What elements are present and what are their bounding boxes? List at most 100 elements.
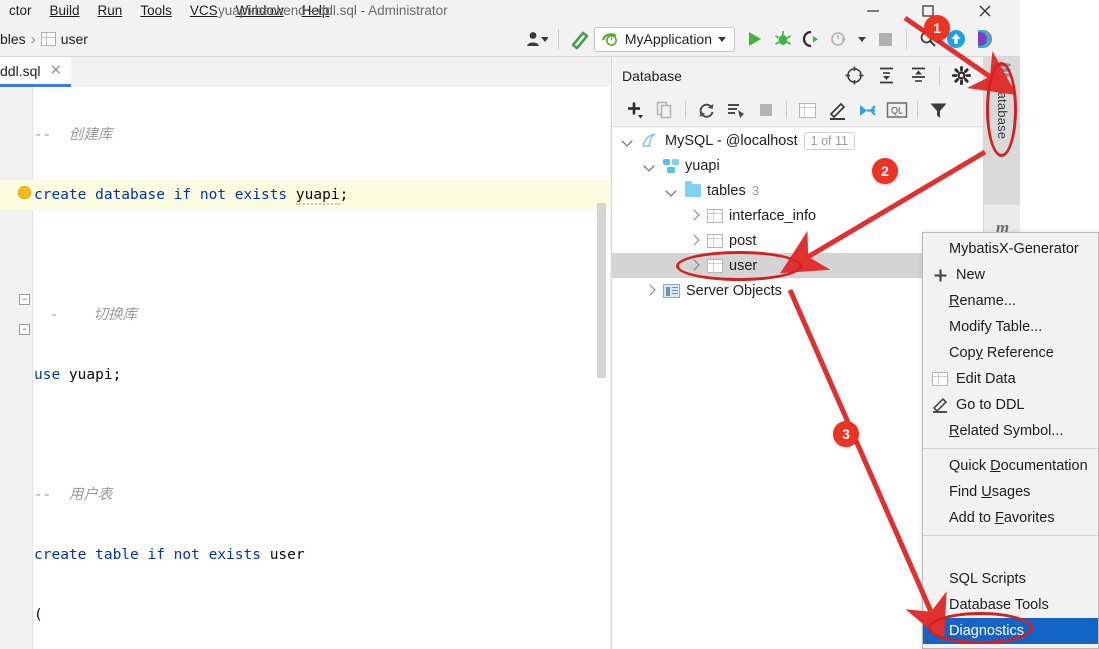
code-line: create table if not exists user [34, 547, 305, 563]
code-content[interactable]: -- 创建库 create database if not exists yua… [34, 87, 610, 649]
profiler-icon [831, 32, 846, 46]
editor-tab-ddl-sql[interactable]: ddl.sql ✕ [0, 57, 72, 87]
intention-bulb-icon[interactable] [18, 186, 31, 199]
ide-logo-icon[interactable] [970, 24, 998, 54]
build-hammer-icon[interactable] [566, 24, 594, 54]
chevron-down-icon [718, 36, 726, 42]
menu-item-add-to-favorites[interactable]: Add to FavoritesAdd to Favorites [923, 505, 1098, 531]
menu-item-modify-table[interactable]: Modify Table... [923, 314, 1098, 340]
menu-item-new[interactable]: New [923, 262, 1098, 288]
menu-item-database-tools[interactable]: SQL Scripts [923, 566, 1098, 592]
run-button[interactable] [741, 24, 769, 54]
spring-boot-icon [601, 33, 617, 46]
minimize-icon [867, 9, 879, 12]
tree-node-mysql-localhost[interactable]: MySQL - @localhost 1 of 11 [612, 128, 984, 153]
menu-item-mybatisx-generator[interactable]: MybatisX-Generator [923, 236, 1098, 262]
jump-to-source-icon[interactable] [839, 61, 869, 91]
refresh-icon[interactable] [691, 96, 721, 124]
query-console-icon[interactable]: QL [882, 96, 912, 124]
database-panel-toolbar: QL [612, 94, 984, 127]
table-icon [40, 32, 56, 46]
tree-node-label: Server Objects [686, 282, 782, 299]
menu-item-copy-reference[interactable]: Copy ReferenceCopy Reference [923, 340, 1098, 366]
settings-gear-icon[interactable] [946, 61, 976, 91]
menu-item-sql-scripts[interactable] [923, 540, 1098, 566]
toolbar-divider [685, 101, 686, 119]
tree-node-tables[interactable]: tables 3 [612, 178, 984, 203]
expand-all-icon[interactable] [871, 61, 901, 91]
code-editor[interactable]: − − -- 创建库 create database if not exists… [0, 87, 610, 649]
copy-icon[interactable] [650, 96, 680, 124]
pencil-icon [931, 396, 949, 414]
breadcrumb-current[interactable]: user [61, 31, 88, 47]
collapse-all-icon[interactable] [903, 61, 933, 91]
menu-item-find-usages[interactable]: Find UsagesFind Usages [923, 479, 1098, 505]
profiler-dropdown[interactable] [853, 24, 871, 54]
schema-icon [663, 158, 679, 173]
plus-icon [931, 266, 949, 284]
menu-item-tools[interactable]: Tools [131, 0, 181, 21]
stop-button[interactable] [871, 24, 899, 54]
sync-icon[interactable] [852, 96, 882, 124]
chevron-right-icon[interactable] [688, 209, 701, 222]
main-toolbar: bles › user MyApplication [0, 21, 1020, 57]
run-configuration-label: MyApplication [624, 31, 712, 47]
window-minimize-button[interactable] [850, 0, 896, 21]
menu-item-quick-documentation[interactable]: Quick DocumentationQuick Documentation [923, 453, 1098, 479]
run-configuration-selector[interactable]: MyApplication [593, 26, 735, 52]
mysql-connection-icon [642, 132, 657, 147]
chevron-down-icon [858, 36, 866, 42]
menu-item-run[interactable]: Run [89, 0, 132, 21]
debug-button[interactable] [769, 24, 797, 54]
user-account-icon[interactable] [523, 24, 551, 54]
chevron-right-icon[interactable] [688, 234, 701, 247]
menu-item-label: Edit Data [956, 371, 1016, 387]
code-line: use yuapi; [34, 367, 122, 383]
chevron-down-icon[interactable] [622, 134, 635, 147]
filter-icon[interactable] [923, 96, 953, 124]
table-editor-icon[interactable] [792, 96, 822, 124]
context-menu: MybatisX-Generator New RRename...ename..… [922, 232, 1099, 649]
menu-item-label: Go to DDL [956, 397, 1025, 413]
fold-marker-paren[interactable]: − [19, 324, 30, 335]
add-plus-icon[interactable] [620, 96, 650, 124]
menu-item-label: Modify Table... [949, 319, 1043, 335]
menu-separator [923, 448, 1098, 449]
menu-item-label: SQL Scripts [949, 571, 1026, 587]
editor-gutter[interactable] [0, 87, 33, 649]
menu-item-build[interactable]: Build [41, 0, 89, 21]
tree-node-label: yuapi [685, 157, 720, 174]
chevron-down-icon[interactable] [644, 159, 657, 172]
breadcrumb-parent[interactable]: bles [0, 31, 26, 47]
run-sql-icon[interactable] [721, 96, 751, 124]
window-title: yuapi-backend - ddl.sql - Administrator [218, 3, 448, 18]
tree-node-interface-info[interactable]: interface_info [612, 203, 984, 228]
toolbar-divider-3 [917, 101, 918, 119]
annotation-ellipse-user-node [676, 251, 802, 281]
tree-node-yuapi[interactable]: yuapi [612, 153, 984, 178]
database-panel-title: Database [622, 67, 682, 84]
window-close-button[interactable] [962, 0, 1008, 21]
close-icon[interactable]: ✕ [49, 63, 62, 78]
table-grid-icon [931, 370, 949, 388]
menu-item-label: MybatisX-Generator [949, 241, 1079, 257]
menu-item-edit-data[interactable]: Edit Data [923, 366, 1098, 392]
menu-item-related-symbol[interactable]: Related Symbol...Related Symbol... [923, 418, 1098, 444]
menu-item-label: Database Tools [949, 597, 1049, 613]
chevron-right-icon[interactable] [644, 284, 657, 297]
annotation-step-2: 2 [872, 158, 898, 184]
toolbar-divider [557, 29, 559, 49]
toolbar-divider-2 [906, 29, 907, 49]
editor-scrollbar[interactable] [597, 203, 606, 378]
svg-text:QL: QL [891, 106, 903, 116]
profiler-button[interactable] [825, 24, 853, 54]
modify-icon[interactable] [822, 96, 852, 124]
stop-icon[interactable] [751, 96, 781, 124]
menu-item-go-to-ddl[interactable]: Go to DDL [923, 392, 1098, 418]
menu-item-rename[interactable]: RRename...ename... [923, 288, 1098, 314]
run-with-coverage-button[interactable] [797, 24, 825, 54]
menu-item-refactor[interactable]: ctor [0, 0, 41, 21]
chevron-down-icon[interactable] [666, 184, 679, 197]
fold-marker-create-table[interactable]: − [19, 294, 30, 305]
